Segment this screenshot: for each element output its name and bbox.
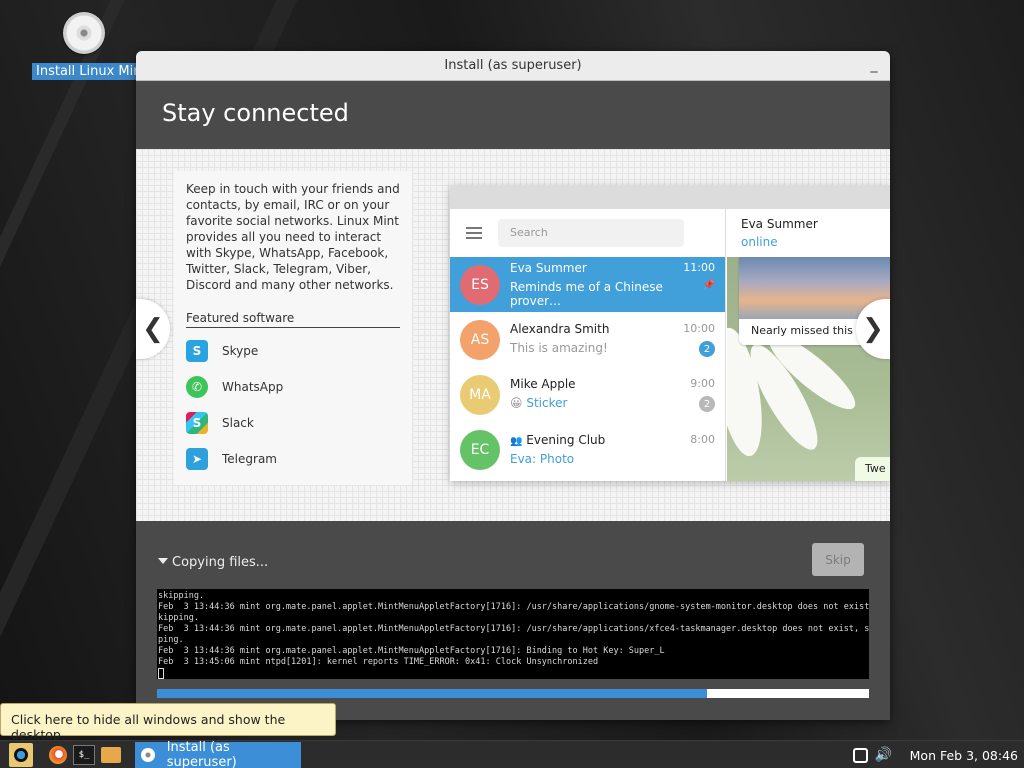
pin-icon: 📌 [702,280,715,291]
unread-badge: 2 [699,396,715,412]
terminal-icon[interactable] [72,743,96,767]
message-bubble: Twe [855,457,890,481]
log-line: Feb 3 13:45:06 mint ntpd[1201]: kernel r… [158,657,599,667]
chat-time: 9:00 [690,377,715,390]
firefox-icon[interactable] [46,743,70,767]
telegram-icon: ➤ [186,448,208,470]
window-title: Install (as superuser) [444,58,582,73]
slide-description: Keep in touch with your friends and cont… [186,182,400,292]
chat-message: Eva: Photo [510,452,575,466]
minimize-button[interactable]: _ [866,57,882,73]
chat-item: MA Mike Apple 9:00 😀 Sticker 2 [450,367,725,422]
app-row-slack: S Slack [186,410,400,436]
app-name: Skype [222,344,259,358]
slide-heading: Stay connected [136,81,890,149]
chat-name: Mike Apple [510,377,576,391]
sticker-emoji-icon: 😀 [510,396,523,410]
install-progress-section: Copying files... Skip skipping. Feb 3 13:… [136,521,890,720]
log-line: skipping. [158,591,205,601]
app-name: Telegram [222,452,277,466]
chat-header-status: online [741,235,778,249]
menu-icon[interactable] [9,743,33,767]
log-line: kipping. [158,613,199,623]
avatar: AS [460,319,500,360]
telegram-search-row: Search [450,209,725,257]
log-line: Feb 3 13:44:36 mint org.mate.panel.apple… [158,624,869,634]
avatar: MA [460,374,500,415]
app-name: WhatsApp [222,380,284,394]
chat-wallpaper: Nearly missed this s Twe [727,257,890,481]
taskbar-item-installer[interactable]: Install (as superuser) [135,740,301,768]
progress-bar [157,689,869,698]
log-line: Feb 3 13:44:36 mint org.mate.panel.apple… [158,646,665,656]
chat-time: 10:00 [683,322,715,335]
avatar: ES [460,264,500,305]
log-line: ping. [158,635,184,645]
bottom-panel: Install (as superuser) 🔊 Mon Feb 3, 08:4… [0,740,1024,768]
featured-software-title: Featured software [186,311,400,328]
group-icon: 👥 [510,436,523,447]
show-desktop-tooltip: Click here to hide all windows and show … [0,703,336,742]
desktop-icon-label: Install Linux Mint [32,63,151,80]
hamburger-menu-icon [466,227,482,239]
unread-badge: 2 [699,341,715,357]
app-row-telegram: ➤ Telegram [186,446,400,472]
install-log: skipping. Feb 3 13:44:36 mint org.mate.pa… [157,589,869,679]
log-line: Feb 3 13:44:36 mint org.mate.panel.apple… [158,602,869,612]
app-row-skype: S Skype [186,338,400,364]
chat-item: EC 👥 Evening Club 8:00 Eva: Photo [450,422,725,477]
chat-message: Reminds me of a Chinese prover… [510,280,663,308]
skype-icon: S [186,340,208,362]
files-icon[interactable] [99,743,123,767]
clock[interactable]: Mon Feb 3, 08:46 [910,748,1018,763]
skip-button: Skip [812,543,864,576]
chat-header-name: Eva Summer [741,217,818,231]
terminal-cursor [158,668,164,679]
network-icon[interactable] [852,747,868,763]
chat-message: Sticker [526,396,568,410]
disc-icon [63,12,105,54]
system-tray: 🔊 Mon Feb 3, 08:46 [852,741,1024,768]
progress-bar-fill [157,689,707,698]
previous-slide-button[interactable]: ❮ [136,299,170,359]
whatsapp-icon: ✆ [186,376,208,398]
telegram-chat-list: Search ES Eva Summer 11:00 Reminds me of … [450,209,726,481]
telegram-search-box: Search [498,219,684,247]
app-row-whatsapp: ✆ WhatsApp [186,374,400,400]
chat-name: Alexandra Smith [510,322,610,336]
slack-icon: S [186,412,208,434]
telegram-titlebar [450,185,890,209]
slideshow: Keep in touch with your friends and cont… [136,149,890,521]
slide-text-panel: Keep in touch with your friends and cont… [174,171,412,485]
chat-message: This is amazing! [510,341,608,355]
progress-expander[interactable]: Copying files... [158,555,268,570]
chat-time: 8:00 [690,433,715,446]
chat-item: ES Eva Summer 11:00 Reminds me of a Chine… [450,257,725,312]
install-linux-mint-desktop-icon[interactable]: Install Linux Mint [32,12,151,80]
avatar: EC [460,429,500,470]
chat-item: AS Alexandra Smith 10:00 This is amazing!… [450,312,725,367]
disc-icon [141,748,155,762]
telegram-screenshot: Search ES Eva Summer 11:00 Reminds me of … [450,185,890,481]
app-name: Slack [222,416,254,430]
window-titlebar[interactable]: Install (as superuser) _ [136,51,890,81]
installer-window: Install (as superuser) _ Stay connected … [136,51,890,720]
volume-icon[interactable]: 🔊 [875,747,892,763]
chat-name: Eva Summer [510,261,587,275]
chat-name: Evening Club [526,433,606,447]
chat-time: 11:00 [683,261,715,274]
taskbar-item-label: Install (as superuser) [166,740,237,768]
